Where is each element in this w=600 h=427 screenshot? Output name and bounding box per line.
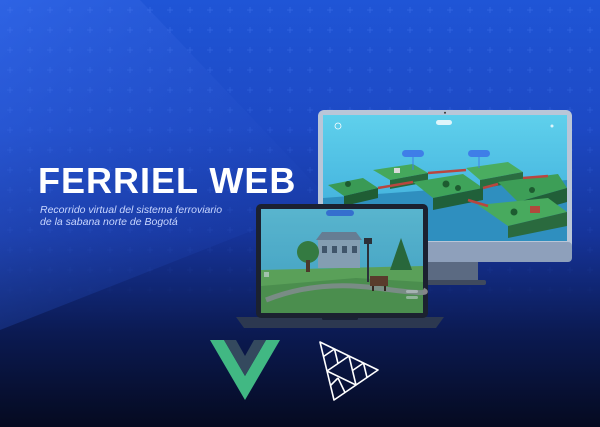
imac-settings-icon[interactable] — [550, 124, 554, 128]
imac-toggle[interactable] — [436, 120, 452, 125]
threejs-logo — [319, 341, 379, 401]
laptop-mockup — [236, 204, 444, 328]
promo-canvas: FERRIEL WEB Recorrido virtual del sistem… — [0, 0, 600, 427]
vue-logo — [210, 340, 280, 400]
page-title: FERRIEL WEB — [38, 160, 297, 201]
